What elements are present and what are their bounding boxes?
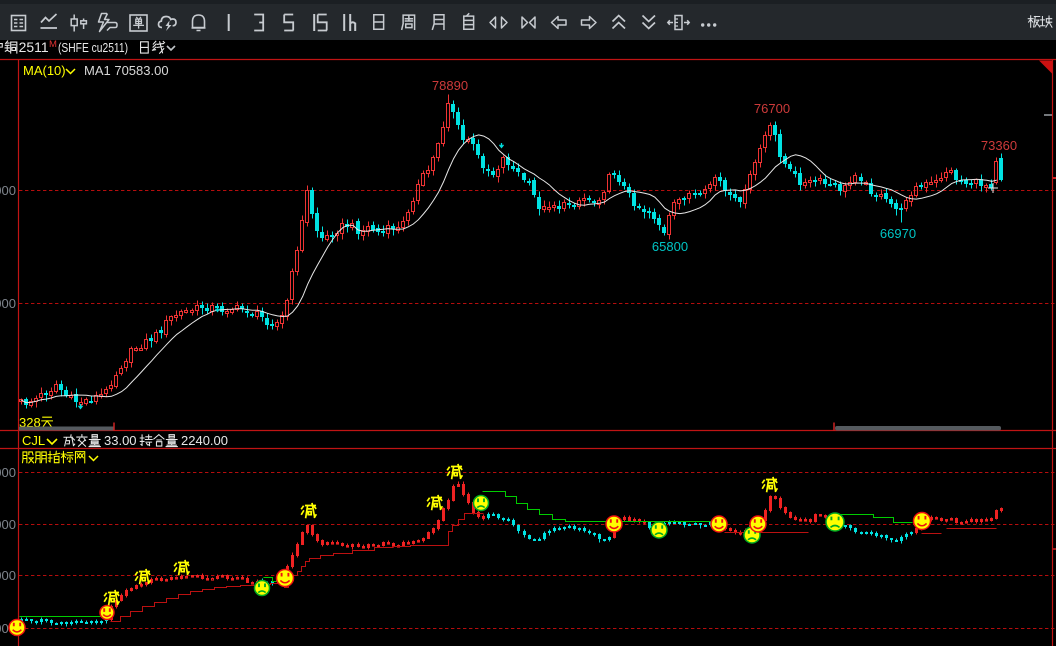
svg-text:MA1 70583.00: MA1 70583.00 [84,63,169,78]
svg-text:000: 000 [0,465,16,480]
svg-text:000: 000 [0,517,16,532]
svg-text:(SHFE cu2511): (SHFE cu2511) [58,40,128,55]
svg-text:2240.00: 2240.00 [181,433,228,448]
svg-text:33.00: 33.00 [104,433,137,448]
svg-text:MA(10): MA(10) [23,63,66,78]
svg-text:000: 000 [0,568,16,583]
svg-text:76700: 76700 [754,101,790,116]
svg-text:73360: 73360 [981,138,1017,153]
svg-text:000: 000 [0,296,16,311]
svg-text:2511: 2511 [19,40,49,55]
svg-text:000: 000 [0,183,16,198]
svg-text:M: M [49,39,57,50]
svg-text:65800: 65800 [652,239,688,254]
svg-text:66970: 66970 [880,226,916,241]
svg-text:CJL: CJL [22,433,45,448]
svg-text:78890: 78890 [432,78,468,93]
